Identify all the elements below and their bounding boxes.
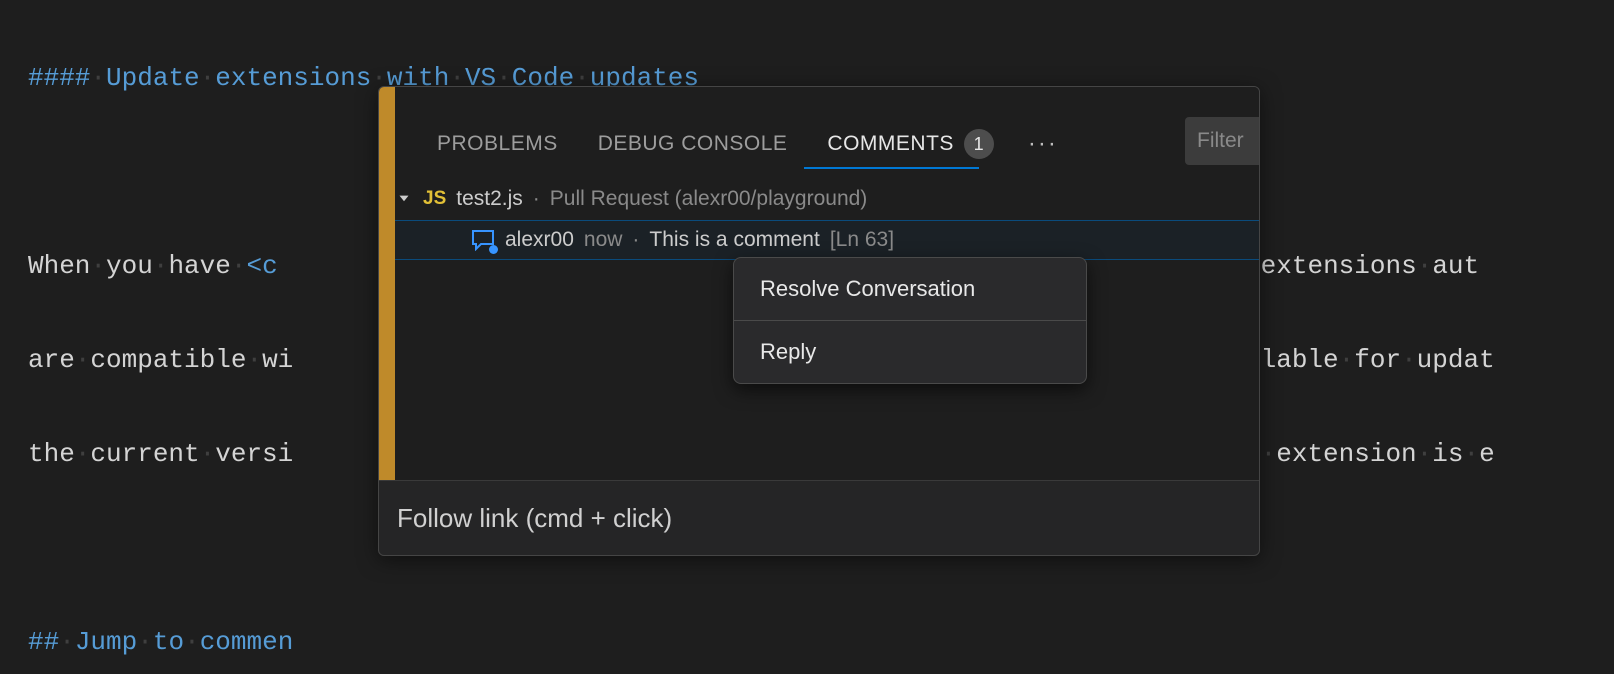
comment-time: now [584,228,623,252]
file-name: test2.js [456,187,523,211]
editor-hover: PROBLEMS DEBUG CONSOLE COMMENTS 1 ··· Fi… [378,86,1260,556]
panel-tabs: PROBLEMS DEBUG CONSOLE COMMENTS 1 ··· [437,129,1058,159]
file-subtitle: Pull Request (alexr00/playground) [550,187,868,211]
heading-text: Jump·to·commen [75,627,293,657]
comment-line: [Ln 63] [830,228,894,252]
heading-marker: ## [28,627,59,657]
filter-placeholder: Filter [1197,129,1244,153]
menu-item-resolve[interactable]: Resolve Conversation [734,258,1086,320]
comments-filter-input[interactable]: Filter [1185,117,1259,165]
active-tab-underline [804,167,979,169]
hover-footer: Follow link (cmd + click) [379,481,1259,555]
modified-indicator [379,87,395,480]
hover-image-preview: PROBLEMS DEBUG CONSOLE COMMENTS 1 ··· Fi… [379,87,1259,481]
editor-line: ##·Jump·to·commen [28,619,1614,666]
unread-dot-icon [489,245,498,254]
tab-comments[interactable]: COMMENTS 1 [827,129,994,159]
comment-row[interactable]: alexr00 now · This is a comment [Ln 63] [395,220,1259,260]
menu-item-reply[interactable]: Reply [734,321,1086,383]
comment-icon [471,229,495,251]
js-file-icon: JS [423,188,446,210]
tab-debug-console[interactable]: DEBUG CONSOLE [598,132,788,156]
heading-marker: #### [28,63,90,93]
hover-hint: Follow link (cmd + click) [397,503,672,534]
comment-file-row[interactable]: JS test2.js · Pull Request (alexr00/play… [395,187,867,211]
tab-problems[interactable]: PROBLEMS [437,132,558,156]
chevron-down-icon [395,190,413,208]
comment-author: alexr00 [505,228,574,252]
separator-dot: · [632,228,639,252]
tab-comments-label: COMMENTS [827,132,954,156]
context-menu: Resolve Conversation Reply [733,257,1087,384]
comment-text: This is a comment [649,228,819,252]
tab-overflow-icon[interactable]: ··· [1028,130,1058,158]
separator-dot: · [533,187,540,211]
comments-count-badge: 1 [964,129,994,159]
